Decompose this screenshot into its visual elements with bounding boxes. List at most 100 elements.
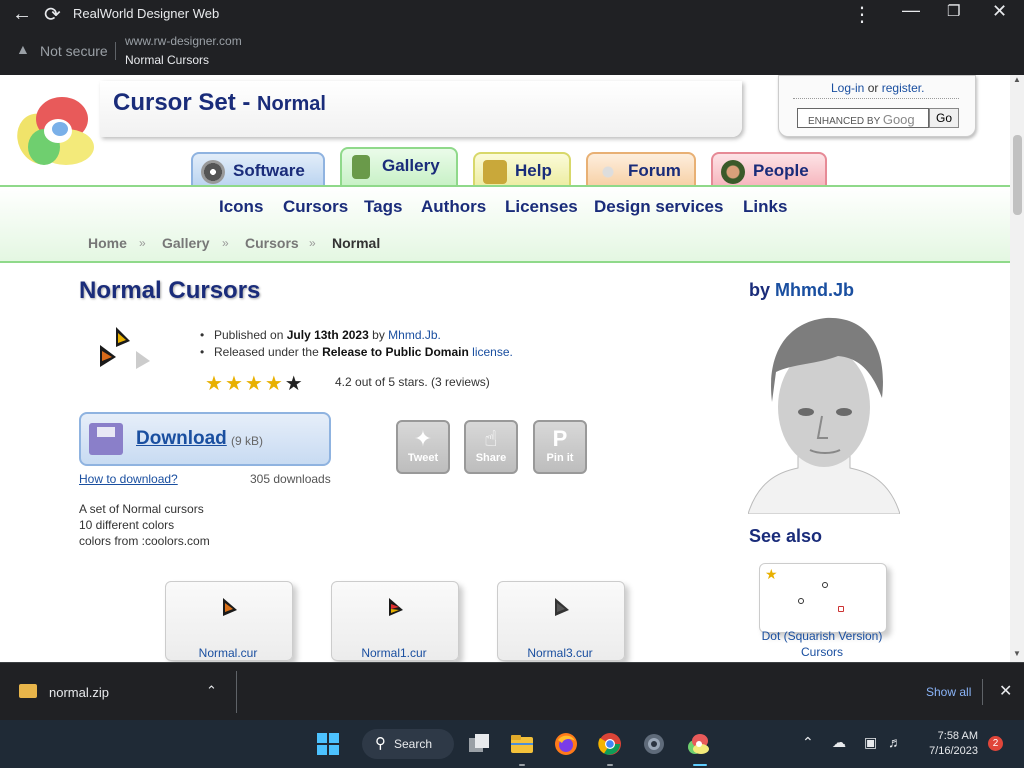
system-clock[interactable]: 7:58 AM 7/16/2023	[922, 729, 978, 759]
url-domain[interactable]: www.rw-designer.com	[125, 34, 242, 48]
chevron-up-icon[interactable]: ⌃	[802, 734, 814, 751]
nav-authors[interactable]: Authors	[421, 197, 486, 217]
pin-it-button[interactable]: P Pin it	[533, 420, 587, 474]
zip-file-icon	[19, 684, 37, 698]
firefox-icon[interactable]	[554, 732, 578, 756]
nav-design-services[interactable]: Design services	[594, 197, 723, 217]
thumbs-up-icon: ☝	[484, 426, 498, 451]
register-link[interactable]: register.	[882, 81, 925, 95]
menu-kebab-icon[interactable]: ⋮	[852, 2, 872, 27]
description-line: 10 different colors	[79, 518, 175, 532]
url-page-title[interactable]: Normal Cursors	[125, 53, 209, 67]
license-link[interactable]: license.	[472, 345, 513, 359]
file-name[interactable]: Normal3.cur	[498, 646, 622, 660]
file-name[interactable]: Normal.cur	[166, 646, 290, 660]
page-scrollbar[interactable]: ▲ ▼	[1010, 75, 1024, 662]
notification-badge[interactable]: 2	[988, 736, 1003, 751]
published-info: • Published on July 13th 2023 by Mhmd.Jb…	[200, 328, 441, 342]
task-view-icon[interactable]	[467, 732, 491, 756]
scroll-up-arrow-icon[interactable]: ▲	[1013, 75, 1021, 84]
tab-forum[interactable]: Forum	[586, 152, 696, 188]
scroll-down-arrow-icon[interactable]: ▼	[1013, 649, 1021, 658]
tab-people[interactable]: People	[711, 152, 827, 188]
breadcrumb-home[interactable]: Home	[88, 235, 127, 251]
rating-stars[interactable]: ★★★★★	[205, 371, 305, 396]
dot-cursor-icon	[838, 606, 844, 612]
search-icon: ⚲	[375, 735, 386, 752]
nav-icons[interactable]: Icons	[219, 197, 263, 217]
breadcrumb-current: Normal	[332, 235, 381, 251]
cloud-offline-icon[interactable]: ☁	[832, 734, 846, 751]
close-download-bar-icon[interactable]: ✕	[999, 681, 1012, 701]
cursor-file-card[interactable]: Normal.cur	[165, 581, 293, 661]
download-count: 305 downloads	[250, 472, 331, 486]
star-icon[interactable]: ★	[205, 373, 225, 395]
rating-text: 4.2 out of 5 stars. (3 reviews)	[335, 375, 490, 389]
cursor-set-heading: Normal Cursors	[79, 277, 261, 304]
volume-icon[interactable]: ♬	[888, 734, 902, 750]
star-icon[interactable]: ★	[225, 373, 245, 395]
rw-designer-app-icon[interactable]	[686, 732, 710, 756]
tab-software[interactable]: Software	[191, 152, 325, 188]
search-go-button[interactable]: Go	[929, 108, 959, 128]
cursor-arrow-icon	[555, 598, 569, 616]
file-explorer-icon[interactable]	[510, 732, 534, 756]
breadcrumb-separator-icon: »	[309, 236, 316, 250]
breadcrumb-separator-icon: »	[222, 236, 229, 250]
share-button[interactable]: ☝ Share	[464, 420, 518, 474]
tab-help[interactable]: Help	[473, 152, 571, 188]
description-line: colors from :coolors.com	[79, 534, 210, 548]
author-link[interactable]: Mhmd.Jb.	[388, 328, 441, 342]
license-info: • Released under the Release to Public D…	[200, 345, 513, 359]
login-link[interactable]: Log-in	[831, 81, 864, 95]
rw-designer-logo-icon[interactable]	[14, 89, 98, 169]
file-name[interactable]: Normal1.cur	[332, 646, 456, 660]
tweet-button[interactable]: ✦ Tweet	[396, 420, 450, 474]
windows-start-icon[interactable]	[316, 732, 340, 756]
minimize-icon[interactable]: —	[902, 0, 920, 21]
tab-gallery[interactable]: Gallery	[340, 147, 458, 189]
nav-licenses[interactable]: Licenses	[505, 197, 578, 217]
downloaded-file-name[interactable]: normal.zip	[49, 685, 109, 700]
download-button[interactable]: Download (9 kB)	[79, 412, 331, 466]
nav-links[interactable]: Links	[743, 197, 787, 217]
cursor-file-card[interactable]: Normal1.cur	[331, 581, 459, 661]
related-set-card[interactable]: ★	[759, 563, 887, 633]
how-to-download-link[interactable]: How to download?	[79, 472, 178, 486]
site-search-input[interactable]: ENHANCED BY Goog	[797, 108, 929, 128]
restore-icon[interactable]: ❐	[947, 2, 960, 20]
chrome-icon[interactable]	[598, 732, 622, 756]
taskbar-search[interactable]: ⚲ Search	[362, 729, 454, 759]
breadcrumb-separator-icon: »	[139, 236, 146, 250]
star-icon[interactable]: ★	[245, 373, 265, 395]
close-window-icon[interactable]: ✕	[992, 1, 1007, 22]
nav-tags[interactable]: Tags	[364, 197, 402, 217]
download-size: (9 kB)	[231, 434, 264, 448]
star-icon[interactable]: ★	[265, 373, 285, 395]
pinterest-icon: P	[552, 426, 568, 451]
security-label[interactable]: Not secure	[40, 43, 108, 59]
scrollbar-thumb[interactable]	[1013, 135, 1022, 215]
page-viewport: Cursor Set - Normal Log-in or register. …	[0, 75, 1024, 662]
gallery-robot-icon	[352, 155, 370, 179]
related-set-link[interactable]: Dot (Squarish Version) Cursors	[760, 628, 884, 660]
back-arrow-icon[interactable]: ←	[12, 3, 32, 26]
author-name-link[interactable]: Mhmd.Jb	[775, 280, 854, 300]
dot-cursor-icon	[798, 598, 804, 604]
cursor-arrow-icon	[223, 598, 237, 616]
microphone-icon	[596, 160, 620, 184]
star-icon[interactable]: ★	[285, 373, 305, 395]
nav-cursors[interactable]: Cursors	[283, 197, 348, 217]
download-label[interactable]: Download	[136, 428, 227, 450]
reload-icon[interactable]: ⟳	[44, 2, 61, 27]
warning-icon[interactable]: ▲	[16, 41, 30, 57]
settings-gear-icon[interactable]	[642, 732, 666, 756]
windows-taskbar: ⚲ Search ⌃ ☁ ▣ ♬ 7:58 AM 7/16/2023 2	[0, 720, 1024, 768]
author-avatar[interactable]	[748, 312, 900, 514]
breadcrumb-gallery[interactable]: Gallery	[162, 235, 209, 251]
network-icon[interactable]: ▣	[864, 734, 877, 751]
breadcrumb-cursors[interactable]: Cursors	[245, 235, 299, 251]
show-all-button[interactable]: Show all	[926, 685, 971, 699]
chevron-up-icon[interactable]: ⌃	[206, 683, 217, 699]
cursor-file-card[interactable]: Normal3.cur	[497, 581, 625, 661]
